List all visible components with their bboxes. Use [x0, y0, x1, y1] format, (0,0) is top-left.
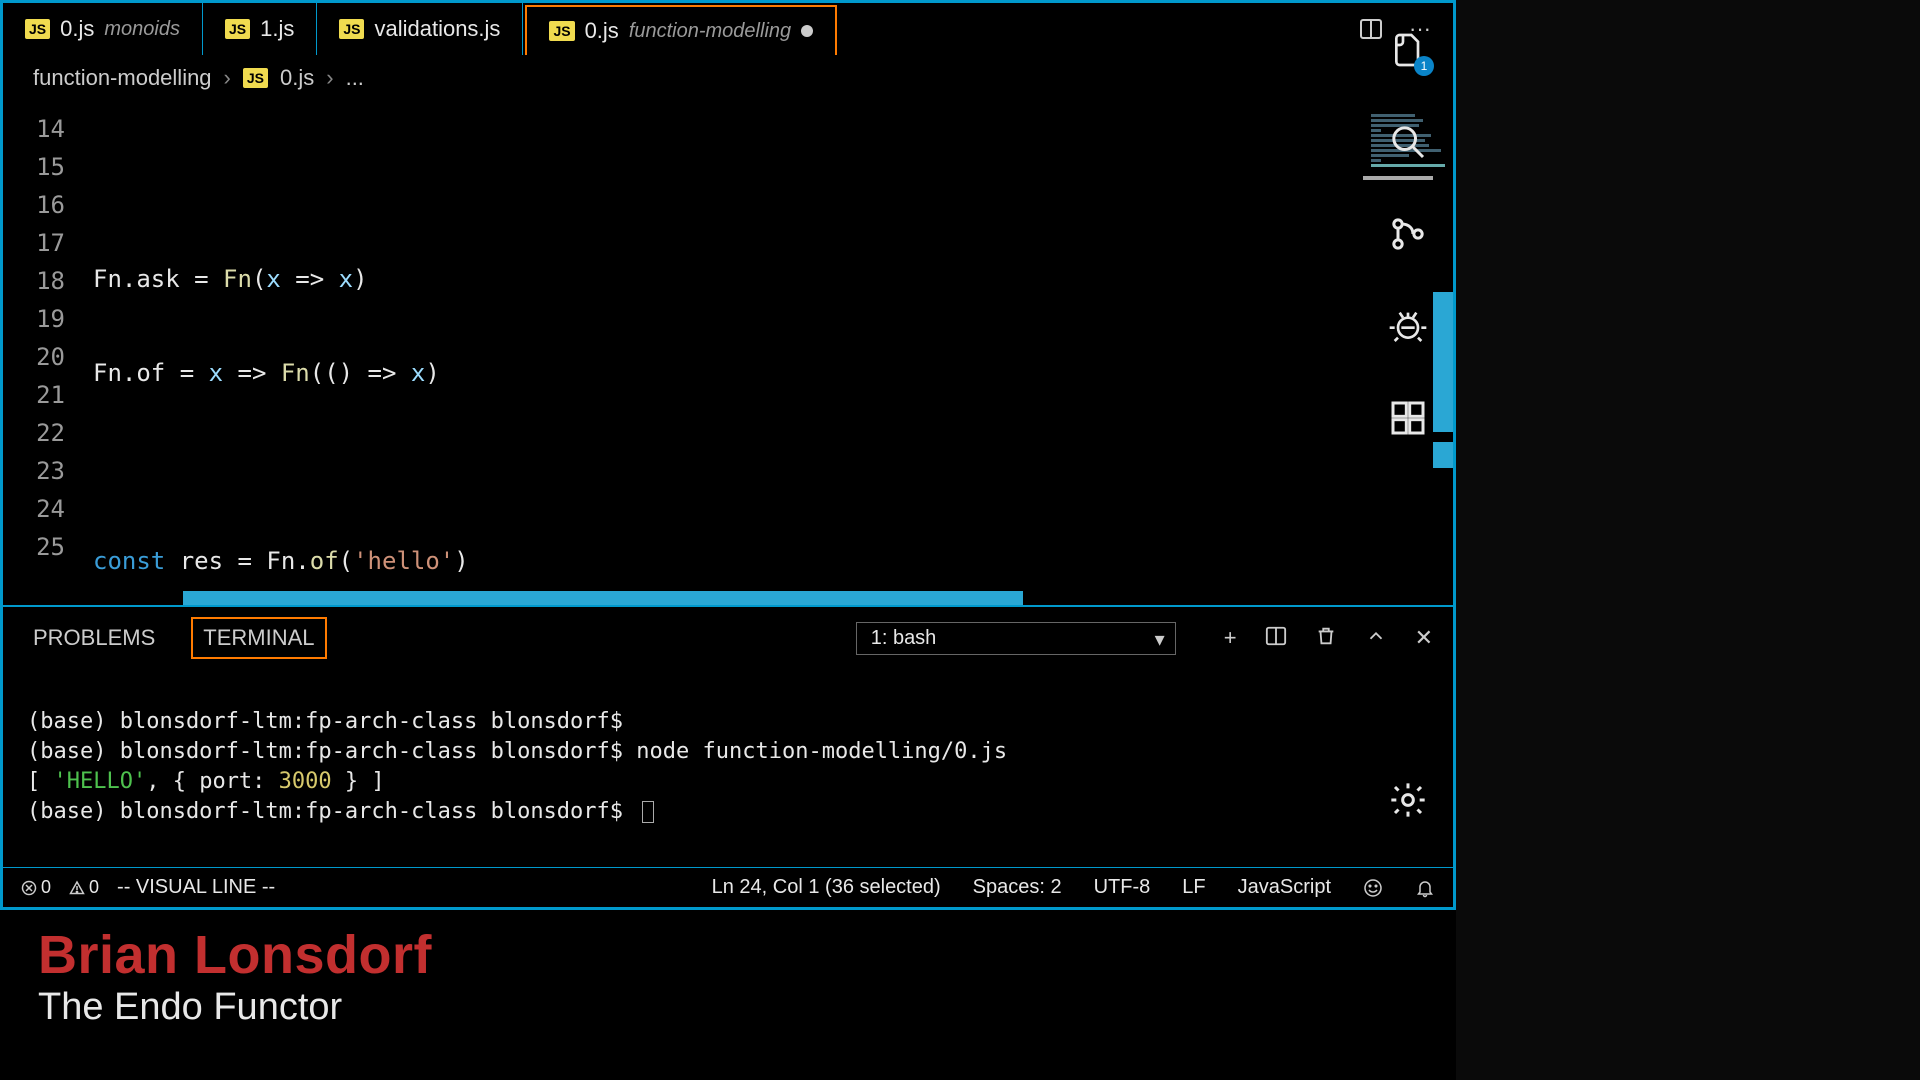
feedback-smiley-icon[interactable]	[1363, 878, 1383, 898]
code-line: Fn.ask = Fn(x => x)	[93, 260, 1453, 298]
breadcrumb[interactable]: function-modelling › JS 0.js › ...	[3, 55, 1453, 102]
line-number: 20	[3, 338, 93, 376]
line-gutter: 14 15 16 17 18 19 20 21 22 23 24 25	[3, 102, 93, 605]
line-number: 24	[3, 490, 93, 528]
tab-1js[interactable]: JS 1.js	[203, 3, 317, 55]
editor-tabs: JS 0.js monoids JS 1.js JS validations.j…	[3, 3, 1453, 55]
js-badge-icon: JS	[25, 19, 50, 39]
terminal-output[interactable]: (base) blonsdorf-ltm:fp-arch-class blons…	[3, 669, 1453, 867]
status-errors[interactable]: 0	[21, 877, 51, 898]
chevron-right-icon: ›	[224, 65, 231, 91]
split-terminal-icon[interactable]	[1265, 625, 1287, 651]
code-line	[93, 448, 1453, 486]
panel-tab-terminal[interactable]: TERMINAL	[191, 617, 326, 659]
new-terminal-icon[interactable]: +	[1224, 625, 1237, 651]
horizontal-scrollbar[interactable]	[183, 591, 1023, 605]
source-control-icon[interactable]	[1388, 214, 1428, 254]
presenter-video	[1456, 0, 1920, 1080]
tab-validations[interactable]: JS validations.js	[317, 3, 523, 55]
vim-mode: -- VISUAL LINE --	[117, 876, 275, 899]
terminal-line: (base) blonsdorf-ltm:fp-arch-class blons…	[27, 799, 654, 824]
badge: 1	[1414, 56, 1434, 76]
status-language[interactable]: JavaScript	[1238, 876, 1331, 899]
status-bar: 0 0 -- VISUAL LINE -- Ln 24, Col 1 (36 s…	[3, 867, 1453, 907]
line-number: 15	[3, 148, 93, 186]
terminal-line: (base) blonsdorf-ltm:fp-arch-class blons…	[27, 739, 1007, 764]
status-cursor-position[interactable]: Ln 24, Col 1 (36 selected)	[712, 876, 941, 899]
terminal-line: [ 'HELLO', { port: 3000 } ]	[27, 769, 385, 794]
badge: 1	[1388, 820, 1397, 837]
status-indent[interactable]: Spaces: 2	[973, 876, 1062, 899]
line-number: 18	[3, 262, 93, 300]
bottom-panel: PROBLEMS TERMINAL 1: bash + ✕ (base) blo…	[3, 605, 1453, 867]
debug-icon[interactable]	[1388, 306, 1428, 346]
search-icon[interactable]	[1388, 122, 1428, 162]
notifications-bell-icon[interactable]	[1415, 878, 1435, 898]
tab-filename: 1.js	[260, 16, 294, 42]
talk-title: The Endo Functor	[38, 986, 432, 1029]
settings-gear-icon[interactable]: 1	[1388, 780, 1428, 838]
breadcrumb-folder: function-modelling	[33, 65, 212, 91]
tab-0js-function-modelling[interactable]: JS 0.js function-modelling	[525, 5, 837, 55]
vscode-window: JS 0.js monoids JS 1.js JS validations.j…	[0, 0, 1456, 910]
lower-third: Brian Lonsdorf The Endo Functor	[38, 924, 432, 1029]
line-number: 23	[3, 452, 93, 490]
activity-bar: 1	[1366, 8, 1450, 490]
panel-tabs: PROBLEMS TERMINAL 1: bash + ✕	[3, 607, 1453, 669]
maximize-panel-icon[interactable]	[1365, 625, 1387, 651]
panel-actions: + ✕	[1224, 625, 1433, 651]
js-badge-icon: JS	[549, 21, 574, 41]
tab-filename: 0.js	[60, 16, 94, 42]
line-number: 22	[3, 414, 93, 452]
breadcrumb-file: 0.js	[280, 65, 314, 91]
chevron-right-icon: ›	[326, 65, 333, 91]
code-area[interactable]: Fn.ask = Fn(x => x) Fn.of = x => Fn(() =…	[93, 102, 1453, 605]
breadcrumb-tail: ...	[346, 65, 364, 91]
speaker-name: Brian Lonsdorf	[38, 924, 432, 986]
js-badge-icon: JS	[225, 19, 250, 39]
terminal-line: (base) blonsdorf-ltm:fp-arch-class blons…	[27, 709, 623, 734]
js-badge-icon: JS	[243, 68, 268, 88]
line-number: 21	[3, 376, 93, 414]
tab-filename: 0.js	[585, 18, 619, 44]
extensions-icon[interactable]	[1388, 398, 1428, 438]
line-number: 19	[3, 300, 93, 338]
editor[interactable]: 14 15 16 17 18 19 20 21 22 23 24 25 Fn.a…	[3, 102, 1453, 605]
status-encoding[interactable]: UTF-8	[1094, 876, 1151, 899]
panel-tab-problems[interactable]: PROBLEMS	[23, 619, 165, 657]
tab-folder: function-modelling	[629, 20, 791, 43]
js-badge-icon: JS	[339, 19, 364, 39]
tab-folder: monoids	[104, 18, 180, 41]
terminal-cursor	[642, 801, 654, 823]
status-eol[interactable]: LF	[1182, 876, 1205, 899]
tab-0js-monoids[interactable]: JS 0.js monoids	[3, 3, 203, 55]
line-number: 16	[3, 186, 93, 224]
settings-container: 1	[1366, 780, 1450, 838]
status-warnings[interactable]: 0	[69, 877, 99, 898]
tab-filename: validations.js	[374, 16, 500, 42]
unsaved-dot-icon	[801, 25, 813, 37]
line-number: 17	[3, 224, 93, 262]
kill-terminal-icon[interactable]	[1315, 625, 1337, 651]
code-line	[93, 166, 1453, 204]
terminal-selector[interactable]: 1: bash	[856, 622, 1176, 655]
line-number: 25	[3, 528, 93, 566]
code-line: Fn.of = x => Fn(() => x)	[93, 354, 1453, 392]
close-panel-icon[interactable]: ✕	[1415, 625, 1433, 651]
explorer-icon[interactable]: 1	[1388, 30, 1428, 70]
line-number: 14	[3, 110, 93, 148]
code-line: const res = Fn.of('hello')	[93, 542, 1453, 580]
